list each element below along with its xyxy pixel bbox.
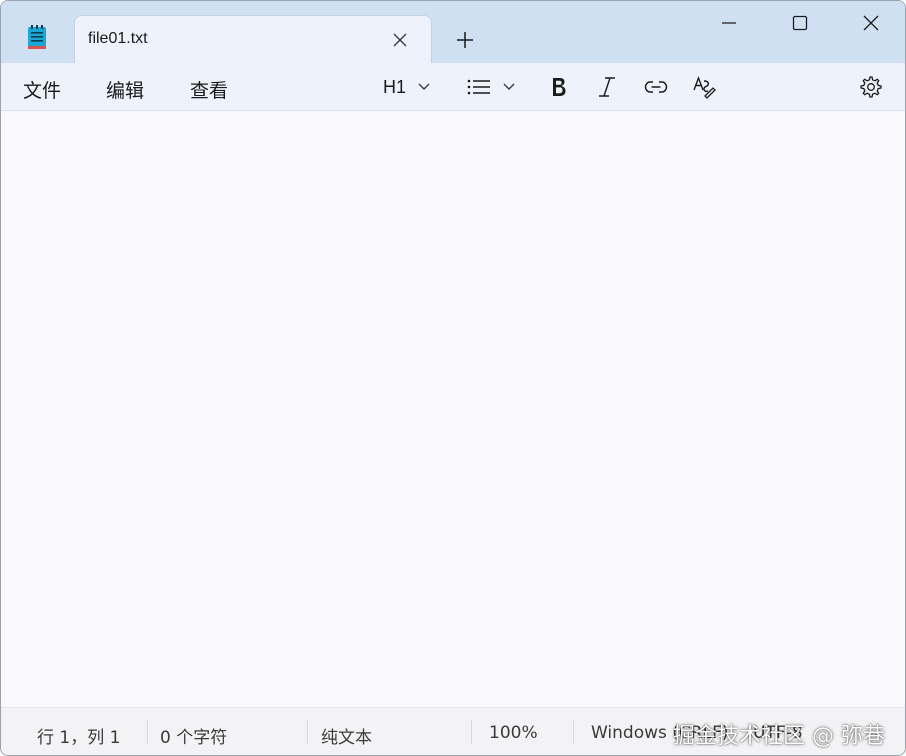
- menu-view[interactable]: 查看: [190, 76, 228, 103]
- character-count: 0 个字符: [160, 728, 228, 748]
- status-divider: [471, 720, 472, 744]
- clear-formatting-button[interactable]: [692, 73, 716, 101]
- format-indicator[interactable]: 纯文本: [321, 723, 372, 748]
- notepad-icon: [28, 25, 46, 49]
- heading-label: H1: [383, 76, 407, 97]
- tab-file01[interactable]: file01.txt: [74, 15, 432, 64]
- minimize-icon[interactable]: [709, 9, 749, 37]
- list-dropdown[interactable]: [467, 73, 515, 101]
- bold-icon: [553, 78, 566, 96]
- text-editor[interactable]: [1, 112, 905, 707]
- chevron-down-icon: [503, 83, 515, 90]
- status-divider: [147, 720, 148, 744]
- zoom-level[interactable]: 100%: [489, 723, 538, 743]
- close-icon[interactable]: [389, 29, 411, 51]
- link-icon: [644, 81, 668, 93]
- clear-formatting-icon: [693, 76, 716, 99]
- menu-edit[interactable]: 编辑: [106, 76, 144, 103]
- italic-button[interactable]: [598, 73, 616, 101]
- bulleted-list-icon: [467, 79, 490, 95]
- close-icon[interactable]: [851, 9, 891, 37]
- notepad-window: file01.txt 文件 编辑 查看 H1 行 1，列 1 0 个字符 纯文本…: [0, 0, 906, 756]
- status-bar: 行 1，列 1 0 个字符 纯文本 100% Windows (CRLF) UT…: [1, 707, 905, 755]
- gear-icon: [860, 76, 882, 98]
- settings-button[interactable]: [860, 73, 882, 101]
- link-button[interactable]: [644, 73, 668, 101]
- maximize-icon[interactable]: [780, 9, 820, 37]
- italic-icon: [599, 77, 615, 97]
- chevron-down-icon: [418, 83, 430, 90]
- status-divider: [307, 720, 308, 744]
- bold-button[interactable]: [550, 73, 568, 101]
- menu-bar: 文件 编辑 查看 H1: [1, 63, 905, 111]
- plus-icon[interactable]: [453, 28, 477, 52]
- tab-title: file01.txt: [88, 30, 148, 47]
- heading-dropdown[interactable]: H1: [383, 73, 430, 101]
- menu-file[interactable]: 文件: [23, 76, 61, 103]
- title-bar: file01.txt: [1, 1, 905, 64]
- watermark: 掘金技术社区 @ 弥巷: [673, 724, 885, 749]
- status-divider: [573, 720, 574, 744]
- cursor-position: 行 1，列 1: [37, 728, 121, 748]
